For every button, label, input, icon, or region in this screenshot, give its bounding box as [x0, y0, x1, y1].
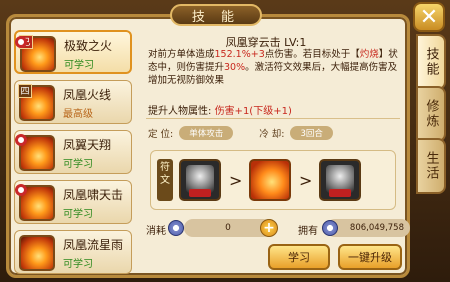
arrow-right-icon: >: [299, 171, 313, 190]
skill-description: 对前方单体造成152.1%+3点伤害。若目标处于【灼烧】状态中，则伤害提升30%…: [148, 48, 402, 87]
learn-button[interactable]: 学习: [268, 244, 330, 270]
coin-icon: [168, 220, 184, 236]
skill-item-1[interactable]: 已 极致之火 可学习: [14, 30, 132, 74]
arrow-right-icon: >: [229, 171, 243, 190]
cooldown-value: 3回合: [290, 126, 333, 140]
close-icon[interactable]: ✕: [413, 2, 445, 32]
desc-highlight: 152.1%+3: [214, 49, 265, 60]
tab-cultivation[interactable]: 修炼: [416, 86, 446, 142]
own-value: 806,049,758: [326, 219, 410, 237]
attribute-label: 提升人物属性:: [148, 106, 212, 117]
cost-value: 0: [184, 219, 272, 237]
upgrade-all-button[interactable]: 一键升级: [338, 244, 402, 270]
rune-label: 符文: [157, 159, 173, 201]
window-title: 技 能: [170, 4, 262, 26]
cost-row: 消耗 0 + 拥有 806,049,758: [146, 218, 410, 240]
locked-tag: [189, 189, 211, 197]
desc-highlight: 灼烧: [359, 49, 379, 60]
position-cooldown-row: 定 位: 单体攻击 冷 却: 3回合: [148, 126, 333, 140]
skill-name: 凤凰火线: [63, 88, 112, 102]
attribute-line: 提升人物属性: 伤害+1(下级+1): [148, 102, 292, 117]
add-currency-button[interactable]: +: [260, 219, 278, 237]
skill-tag: 四: [18, 84, 32, 98]
desc-highlight: 30%: [224, 62, 246, 73]
skill-status: 最高级: [63, 109, 93, 120]
skill-name: 凤凰流星雨: [63, 238, 124, 252]
skill-name: 凤翼天翔: [63, 138, 112, 152]
skill-status: 可学习: [63, 159, 93, 170]
rune-upgrade-box: 符文 > >: [150, 150, 396, 210]
cooldown-label: 冷 却:: [259, 129, 285, 140]
skill-list: 已 极致之火 可学习 四 凤凰火线 最高级 凤翼天翔 可学习 凤凰啸天击 可学习…: [14, 30, 132, 274]
chain-ring-icon: [15, 134, 27, 146]
skill-name: 凤凰啸天击: [63, 188, 124, 202]
chain-ring-icon: [15, 36, 27, 48]
skill-item-2[interactable]: 四 凤凰火线 最高级: [14, 80, 132, 124]
skill-status: 可学习: [64, 60, 94, 71]
skill-item-4[interactable]: 凤凰啸天击 可学习: [14, 180, 132, 224]
position-label: 定 位:: [148, 129, 174, 140]
chain-ring-icon: [15, 184, 27, 196]
fire-line-skill-icon: 四: [18, 84, 55, 121]
rune-slot-locked[interactable]: [179, 159, 221, 201]
attribute-value: 伤害+1(下级+1): [214, 106, 292, 117]
skills-window: 技 能 ✕ 已 极致之火 可学习 四 凤凰火线 最高级 凤翼天翔 可学习 凤凰啸…: [0, 0, 450, 282]
desc-text: 对前方单体造成: [148, 49, 215, 60]
skill-status: 可学习: [63, 259, 93, 270]
skill-item-5[interactable]: 凤凰流星雨 可学习: [14, 230, 132, 274]
skill-status: 可学习: [63, 209, 93, 220]
desc-text: 点伤害。若目标处于【: [264, 49, 360, 60]
tab-skills[interactable]: 技能: [416, 34, 446, 90]
locked-tag: [329, 189, 351, 197]
skill-name: 极致之火: [64, 39, 113, 53]
own-label: 拥有: [298, 226, 318, 237]
coin-icon: [322, 220, 338, 236]
rune-slot-active[interactable]: [249, 159, 291, 201]
meteor-rain-skill-icon: [19, 235, 55, 271]
position-value: 单体攻击: [179, 126, 234, 140]
skill-detail-panel: 凤凰穿云击 LV:1 对前方单体造成152.1%+3点伤害。若目标处于【灼烧】状…: [138, 26, 410, 272]
rune-slot-next[interactable]: [319, 159, 361, 201]
skill-item-3[interactable]: 凤翼天翔 可学习: [14, 130, 132, 174]
tab-life[interactable]: 生活: [416, 138, 446, 194]
cost-label: 消耗: [146, 226, 166, 237]
divider: [146, 118, 400, 119]
